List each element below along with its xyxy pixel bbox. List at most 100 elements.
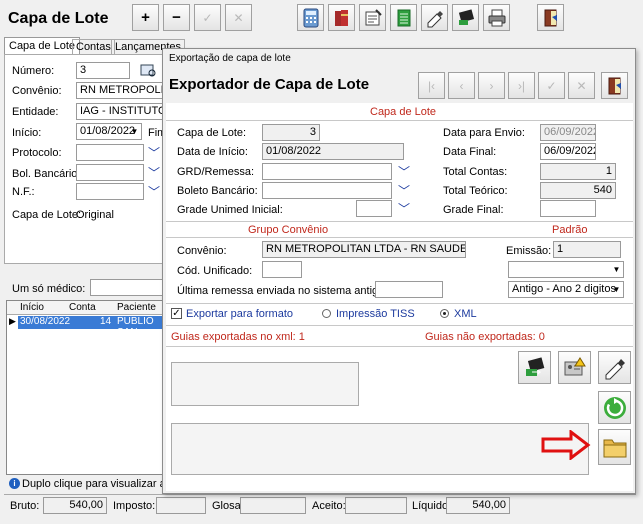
nf-dropdown-icon[interactable]: ﹀ (146, 183, 162, 200)
medico-field[interactable] (90, 279, 166, 296)
chevron-down-icon[interactable]: ▼ (128, 124, 141, 139)
table-row[interactable]: ▶ 30/08/2022 14 PUBLIO SAN (7, 316, 165, 338)
imposto-label: Imposto: (113, 500, 156, 512)
data-envio-field: 06/09/2022 (540, 124, 596, 141)
convenio-field[interactable]: RN METROPOLITAN (76, 82, 166, 99)
tab-capa-de-lote[interactable]: Capa de Lote (4, 37, 81, 55)
row-paciente: PUBLIO SAN (117, 316, 154, 338)
bol-bancario-label: Bol. Bancário: (12, 168, 81, 180)
padrao-select-top[interactable]: ▼ (508, 261, 624, 278)
info-icon: i (9, 478, 20, 489)
hint-text: Duplo clique para visualizar a co (22, 478, 181, 490)
folder-icon[interactable] (598, 429, 631, 465)
spreadsheet-icon[interactable] (390, 4, 417, 31)
card-export-icon[interactable] (452, 4, 479, 31)
radio-xml[interactable] (440, 309, 449, 318)
emissao-label: Emissão: (506, 245, 552, 257)
guias-nao-exportadas-text: Guias não exportadas: 0 (425, 331, 545, 343)
row-inicio: 30/08/2022 (20, 316, 71, 327)
section-grupo-title: Grupo Convênio (248, 224, 329, 236)
bol-bancario-field[interactable] (76, 164, 144, 181)
total-teorico-label: Total Teórico: (443, 185, 508, 197)
boleto-field[interactable] (262, 182, 392, 199)
capa-label: Capa de Lote: (12, 209, 82, 221)
last-record-icon[interactable]: ›| (508, 72, 535, 99)
ultima-remessa-field[interactable] (375, 281, 443, 298)
radio-tiss[interactable] (322, 309, 331, 318)
numero-field[interactable]: 3 (76, 62, 130, 79)
cod-unificado-label: Cód. Unificado: (177, 265, 253, 277)
printer-icon[interactable] (483, 4, 510, 31)
grd-field[interactable] (262, 163, 392, 180)
data-envio-label: Data para Envio: (443, 127, 525, 139)
dlg-convenio-label: Convênio: (177, 245, 227, 257)
data-final-field[interactable]: 06/09/2022 (540, 143, 596, 160)
total-contas-field: 1 (540, 163, 616, 180)
confirm-icon[interactable]: ✓ (538, 72, 565, 99)
grade-unimed-dropdown-icon[interactable]: ﹀ (396, 200, 412, 217)
nf-field[interactable] (76, 183, 144, 200)
cancel-button[interactable]: ✕ (225, 4, 252, 31)
prev-record-icon[interactable]: ‹ (448, 72, 475, 99)
remove-button[interactable]: − (163, 4, 190, 31)
grd-dropdown-icon[interactable]: ﹀ (396, 163, 412, 180)
emissao-field: 1 (553, 241, 621, 258)
bol-bancario-dropdown-icon[interactable]: ﹀ (146, 164, 162, 181)
tab-contas[interactable]: Contas (72, 39, 115, 55)
pen-signature-icon[interactable] (598, 351, 631, 384)
boleto-dropdown-icon[interactable]: ﹀ (396, 182, 412, 199)
grid-header-inicio[interactable]: Início (20, 302, 44, 313)
exit-door-icon[interactable] (537, 4, 564, 31)
grade-final-label: Grade Final: (443, 204, 504, 216)
books-icon[interactable] (328, 4, 355, 31)
dlg-convenio-field: RN METROPOLITAN LTDA - RN SAUDE (262, 241, 466, 258)
grid-header-paciente[interactable]: Paciente (117, 302, 156, 313)
cod-unificado-field[interactable] (262, 261, 302, 278)
chevron-down-icon[interactable]: ▼ (610, 262, 623, 277)
padrao-select[interactable]: Antigo - Ano 2 digitos ▼ (508, 281, 624, 298)
grade-unimed-field[interactable] (356, 200, 392, 217)
section-divider (166, 303, 633, 304)
total-contas-label: Total Contas: (443, 166, 508, 178)
exportar-checkbox[interactable]: ✓ (171, 308, 182, 319)
refresh-icon[interactable] (598, 391, 631, 424)
entidade-label: Entidade: (12, 106, 59, 118)
close-door-icon[interactable] (601, 72, 628, 99)
chevron-down-icon[interactable]: ▼ (610, 282, 623, 297)
document-edit-icon[interactable] (359, 4, 386, 31)
export-dialog: Exportação de capa de lote Exportador de… (162, 48, 636, 494)
inicio-date-field[interactable]: 01/08/2022 ▼ (76, 123, 142, 140)
id-card-warning-icon[interactable] (558, 351, 591, 384)
grd-label: GRD/Remessa: (177, 166, 255, 178)
radio-tiss-label: Impressão TISS (336, 308, 415, 320)
section-divider (166, 237, 633, 238)
protocolo-dropdown-icon[interactable]: ﹀ (146, 144, 162, 161)
glosa-field (240, 497, 306, 514)
dialog-heading: Exportador de Capa de Lote (169, 76, 370, 93)
cancel-icon[interactable]: ✕ (568, 72, 595, 99)
guias-exportadas-text: Guias exportadas no xml: 1 (171, 331, 305, 343)
bruto-label: Bruto: (10, 500, 40, 512)
grade-final-field[interactable] (540, 200, 596, 217)
first-record-icon[interactable]: |‹ (418, 72, 445, 99)
grid-header-conta[interactable]: Conta (69, 302, 96, 313)
confirm-button[interactable]: ✓ (194, 4, 221, 31)
numero-label: Número: (12, 65, 55, 77)
red-arrow-icon (541, 428, 591, 462)
entidade-field[interactable]: IAG - INSTITUTO D (76, 103, 166, 120)
radio-xml-label: XML (454, 308, 477, 320)
section-divider (166, 346, 633, 347)
grade-unimed-label: Grade Unimed Inicial: (177, 204, 283, 216)
search-icon[interactable] (138, 62, 160, 80)
contas-grid: Início Conta Paciente ▶ 30/08/2022 14 PU… (6, 300, 166, 475)
log-box (171, 423, 589, 475)
calculator-icon[interactable] (297, 4, 324, 31)
capa-lote-label: Capa de Lote: (177, 127, 247, 139)
protocolo-field[interactable] (76, 144, 144, 161)
data-inicio-field: 01/08/2022 (262, 143, 404, 160)
tab-strip: Capa de Lote Contas Lançamentes (4, 37, 186, 55)
pen-paper-icon[interactable] (421, 4, 448, 31)
add-button[interactable]: + (132, 4, 159, 31)
export-card-icon[interactable] (518, 351, 551, 384)
next-record-icon[interactable]: › (478, 72, 505, 99)
